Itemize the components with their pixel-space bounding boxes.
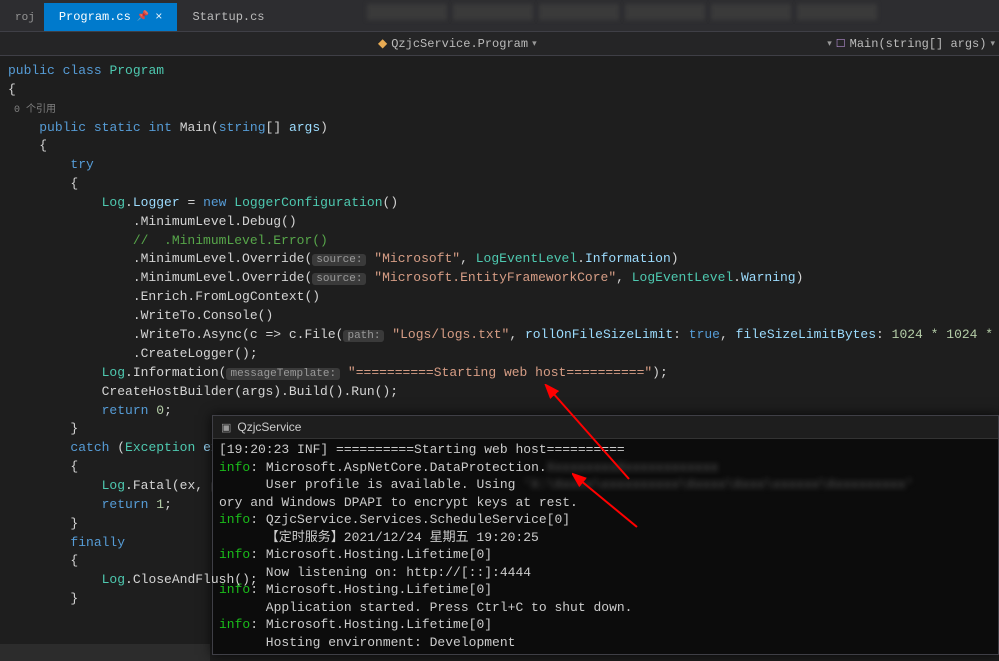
tab-bar: roj Program.cs 📌 × Startup.cs [0,0,999,32]
terminal-icon: ▣ [221,421,231,434]
console-line: 【定时服务】2021/12/24 星期五 19:20:25 [219,529,992,547]
console-title-text: QzjcService [237,420,301,434]
tab-label: Startup.cs [192,10,264,24]
breadcrumb-class[interactable]: ◆ QzjcService.Program ▾ [378,36,537,51]
breadcrumb-method[interactable]: ▾ ☐ Main(string[] args) ▾ [827,37,995,51]
chevron-down-icon[interactable]: ▾ [532,39,537,49]
pin-icon[interactable]: 📌 [137,11,149,23]
console-line: info: Microsoft.Hosting.Lifetime[0] [219,616,992,634]
console-line: User profile is available. Using 'X:\Xxx… [219,476,992,494]
chevron-down-icon[interactable]: ▾ [827,39,832,49]
breadcrumb-bar: ◆ QzjcService.Program ▾ ▾ ☐ Main(string[… [0,32,999,56]
console-line: Application started. Press Ctrl+C to shu… [219,599,992,617]
console-line: Hosting environment: Development [219,634,992,652]
console-line: [19:20:23 INF] ==========Starting web ho… [219,441,992,459]
leftmost-tab-fragment[interactable]: roj [6,5,44,31]
chevron-down-icon[interactable]: ▾ [990,39,995,49]
console-line: ory and Windows DPAPI to encrypt keys at… [219,494,992,512]
method-icon: ☐ [836,37,846,51]
codelens-references[interactable]: 0 个引用 [14,105,56,116]
blurred-tabs [364,4,984,24]
class-icon: ◆ [378,36,387,51]
tab-label: Program.cs [59,10,131,24]
current-line-highlight [0,644,210,661]
console-line: info: QzjcService.Services.ScheduleServi… [219,511,992,529]
console-line: info: Microsoft.AspNetCore.DataProtectio… [219,459,992,477]
close-icon[interactable]: × [155,10,162,24]
breadcrumb-class-text: QzjcService.Program [391,37,528,51]
console-window: ▣ QzjcService [19:20:23 INF] ==========S… [212,415,999,655]
console-output[interactable]: [19:20:23 INF] ==========Starting web ho… [213,439,998,654]
breadcrumb-method-text: Main(string[] args) [850,37,987,51]
console-line: info: Microsoft.Hosting.Lifetime[0] [219,546,992,564]
tab-program-cs[interactable]: Program.cs 📌 × [44,3,178,31]
console-titlebar[interactable]: ▣ QzjcService [213,416,998,439]
tab-startup-cs[interactable]: Startup.cs [177,3,279,31]
